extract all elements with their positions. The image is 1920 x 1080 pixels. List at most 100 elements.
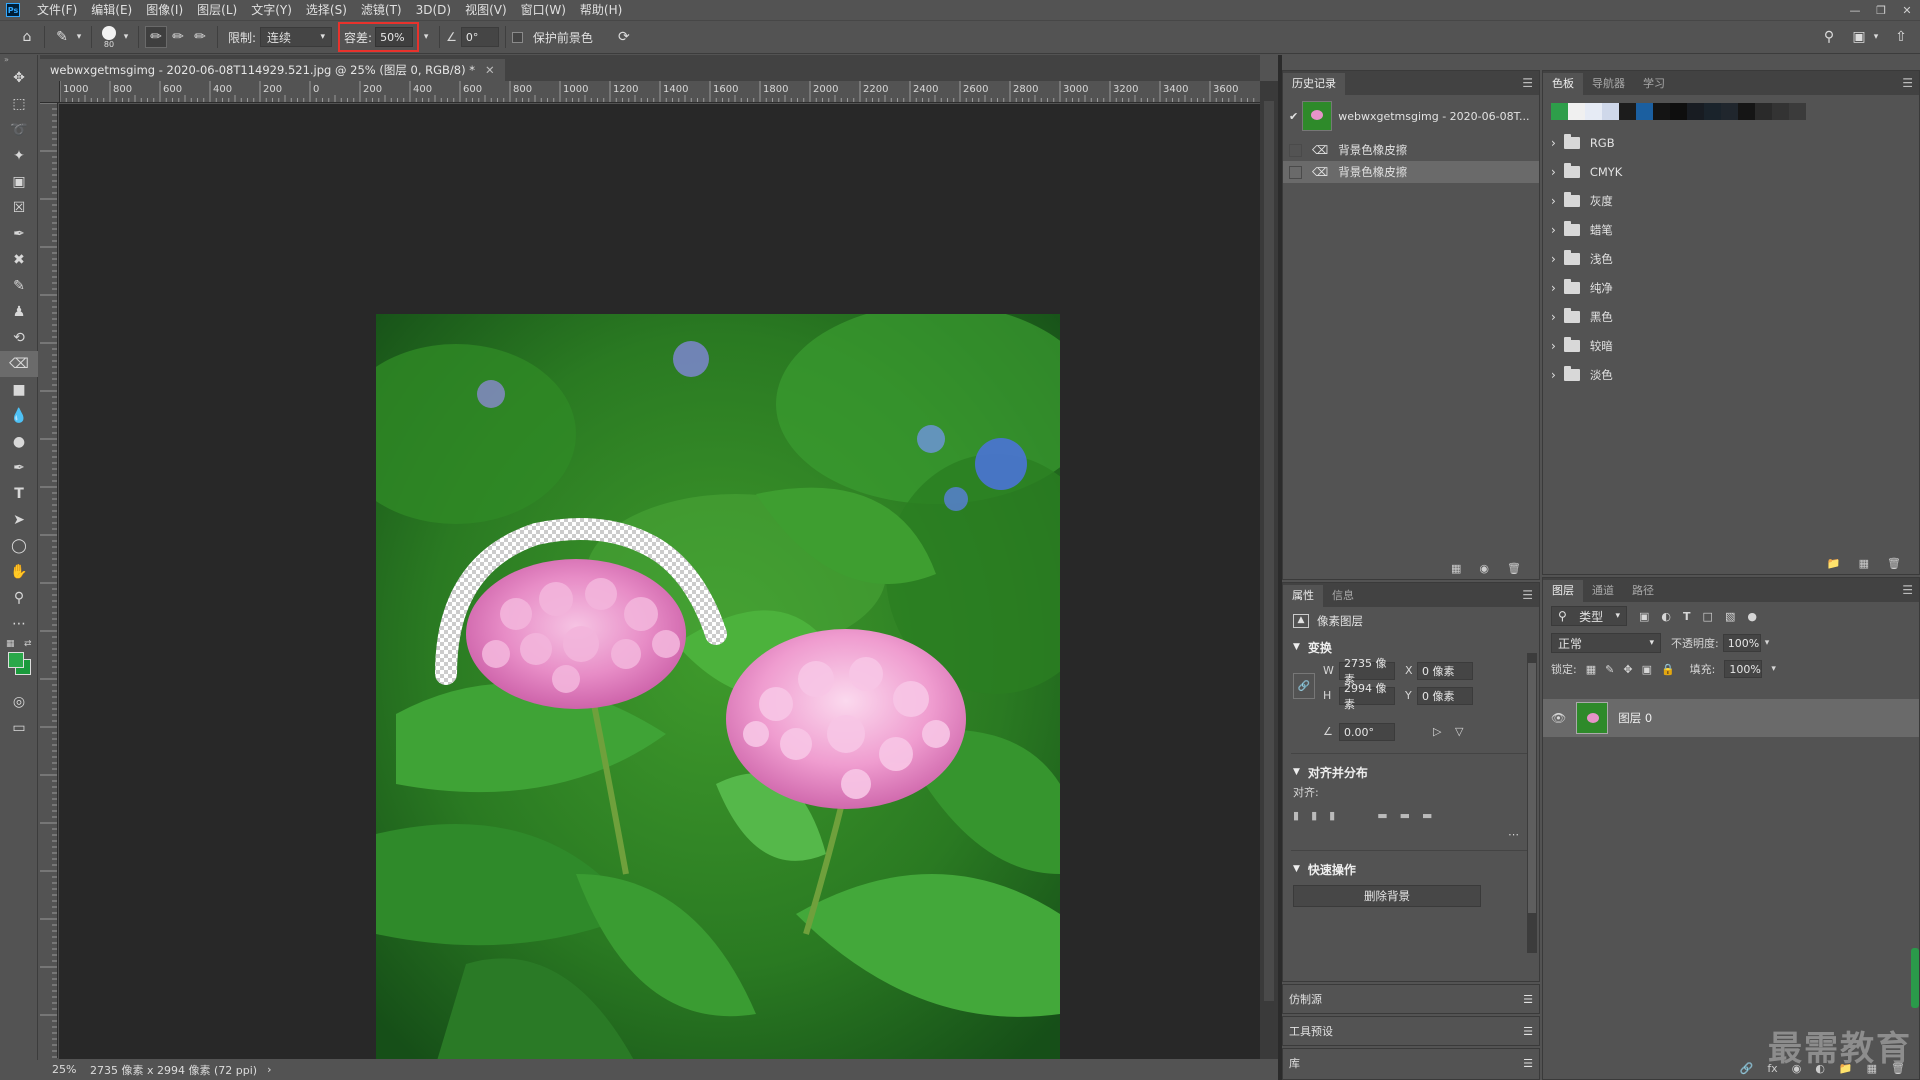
panel-menu-icon[interactable]: ☰ [1523,1057,1533,1070]
menu-item[interactable]: 选择(S) [299,0,354,20]
fill-field[interactable]: 100% [1724,660,1763,678]
align-top-icon[interactable]: ▬ [1377,809,1387,822]
menu-item[interactable]: 视图(V) [458,0,514,20]
menu-item[interactable]: 文件(F) [30,0,84,20]
lock-pixels-icon[interactable]: ✎ [1605,663,1614,676]
canvas-vertical-scrollbar[interactable] [1260,81,1278,1059]
flip-vertical-icon[interactable]: ▽ [1455,725,1463,738]
libraries-panel[interactable]: 库 ☰ [1282,1048,1540,1080]
history-brush-source-icon[interactable]: ✔ [1289,110,1298,123]
panel-menu-icon[interactable]: ☰ [1523,1025,1533,1038]
tab-channels[interactable]: 通道 [1583,580,1623,602]
search-icon[interactable]: ⚲ [1818,26,1840,48]
collapse-toolbox-icon[interactable]: » [0,55,37,65]
bg-eraser-tool-icon[interactable]: ✎ [51,26,73,48]
share-icon[interactable]: ⇧ [1890,26,1912,48]
swatch-group-row[interactable]: › 灰度 [1543,186,1919,215]
color-swatch[interactable] [1772,103,1789,120]
menu-item[interactable]: 滤镜(T) [354,0,409,20]
history-item-selected[interactable]: ⌫ 背景色橡皮擦 [1283,161,1539,183]
workspace-icon[interactable]: ▣ [1848,26,1870,48]
x-field[interactable]: 0 像素 [1417,662,1473,680]
path-select-tool-icon[interactable]: ➤ [0,507,38,533]
default-colors-icon[interactable]: ▦ [6,639,15,649]
restore-icon[interactable]: ❐ [1868,0,1894,20]
filter-type-icon[interactable]: T [1683,610,1691,623]
opacity-field[interactable]: 100% [1722,634,1761,652]
chevron-right-icon[interactable]: › [1551,310,1556,324]
chevron-down-icon[interactable]: ▾ [419,26,433,48]
lock-artboard-icon[interactable]: ▣ [1642,663,1652,676]
eyedropper-tool-icon[interactable]: ✒ [0,221,38,247]
new-document-from-state-icon[interactable]: ▦ [1451,562,1461,575]
protect-fg-checkbox[interactable] [511,31,523,43]
tolerance-input[interactable]: 50% [375,27,414,47]
new-swatch-icon[interactable]: ▦ [1859,557,1869,570]
swatch-group-row[interactable]: › RGB [1543,128,1919,157]
pen-tool-icon[interactable]: ✒ [0,455,38,481]
color-swatch[interactable] [1636,103,1653,120]
hand-tool-icon[interactable]: ✋ [0,559,38,585]
minimize-icon[interactable]: — [1842,0,1868,20]
ellipse-tool-icon[interactable]: ◯ [0,533,38,559]
lock-transparent-icon[interactable]: ▦ [1586,663,1596,676]
chevron-down-icon[interactable]: ▾ [120,26,132,48]
lock-position-icon[interactable]: ✥ [1623,663,1632,676]
quick-actions-section[interactable]: ▼ 快速操作 [1283,857,1539,881]
blend-mode-select[interactable]: 正常 ▾ [1551,633,1661,653]
swap-colors-icon[interactable]: ⇄ [24,639,32,649]
crop-tool-icon[interactable]: ▣ [0,169,38,195]
zoom-tool-icon[interactable]: ⚲ [0,585,38,611]
chevron-right-icon[interactable]: › [1551,252,1556,266]
transform-section[interactable]: ▼ 变换 [1283,635,1539,659]
menu-item[interactable]: 3D(D) [409,0,458,20]
sampling-swatch-icon[interactable]: ✏ [189,26,211,48]
chevron-right-icon[interactable]: › [1551,368,1556,382]
color-swatch[interactable] [1602,103,1619,120]
chevron-right-icon[interactable]: › [1551,223,1556,237]
limit-select[interactable]: 连续 ▾ [260,27,333,47]
dodge-tool-icon[interactable]: ● [0,429,38,455]
color-swatch[interactable] [1619,103,1636,120]
y-field[interactable]: 0 像素 [1417,687,1473,705]
document-tab[interactable]: webwxgetmsgimg - 2020-06-08T114929.521.j… [40,59,505,81]
foreground-color-swatch[interactable] [8,652,24,668]
clone-source-panel[interactable]: 仿制源 ☰ [1282,984,1540,1014]
panel-menu-icon[interactable]: ☰ [1902,76,1913,90]
screen-mode-icon[interactable]: ▭ [0,715,38,741]
visibility-eye-icon[interactable]: 👁 [1551,711,1566,725]
chevron-right-icon[interactable]: › [1551,194,1556,208]
gradient-tool-icon[interactable]: ■ [0,377,38,403]
layer-filter-select[interactable]: ⚲ 类型 ▾ [1551,606,1627,626]
tool-presets-panel[interactable]: 工具预设 ☰ [1282,1016,1540,1046]
chevron-right-icon[interactable]: › [1551,165,1556,179]
history-item[interactable]: ⌫ 背景色橡皮擦 [1283,139,1539,161]
blur-tool-icon[interactable]: 💧 [0,403,38,429]
menu-item[interactable]: 文字(Y) [244,0,299,20]
more-tools-icon[interactable]: ⋯ [0,611,38,637]
chevron-down-icon[interactable]: ▾ [1870,26,1882,48]
panel-menu-icon[interactable]: ☰ [1522,76,1533,90]
flip-horizontal-icon[interactable]: ▷ [1433,725,1441,738]
menu-item[interactable]: 窗口(W) [514,0,573,20]
pressure-icon[interactable]: ⟳ [613,26,635,48]
healing-tool-icon[interactable]: ✖ [0,247,38,273]
document-info[interactable]: 2735 像素 x 2994 像素 (72 ppi) [90,1062,257,1078]
magic-wand-tool-icon[interactable]: ✦ [0,143,38,169]
new-group-folder-icon[interactable]: 📁 [1827,557,1841,570]
color-swatch[interactable] [1755,103,1772,120]
tab-swatches[interactable]: 色板 [1543,73,1583,95]
chevron-right-icon[interactable]: › [1551,339,1556,353]
panel-menu-icon[interactable]: ☰ [1523,993,1533,1006]
brush-preset-picker[interactable]: 80 [102,25,116,49]
history-snapshot[interactable]: ✔ webwxgetmsgimg - 2020-06-08T... [1283,95,1539,137]
brush-tool-icon[interactable]: ✎ [0,273,38,299]
swatch-group-row[interactable]: › 黑色 [1543,302,1919,331]
lock-all-icon[interactable]: 🔒 [1661,663,1675,676]
color-swatch[interactable] [1721,103,1738,120]
layer-row[interactable]: 👁 图层 0 [1543,699,1919,737]
canvas-area[interactable] [59,104,1260,1064]
chevron-down-icon[interactable]: ▾ [1765,638,1770,648]
filter-pixel-icon[interactable]: ▣ [1639,610,1649,623]
layer-name[interactable]: 图层 0 [1618,710,1652,726]
